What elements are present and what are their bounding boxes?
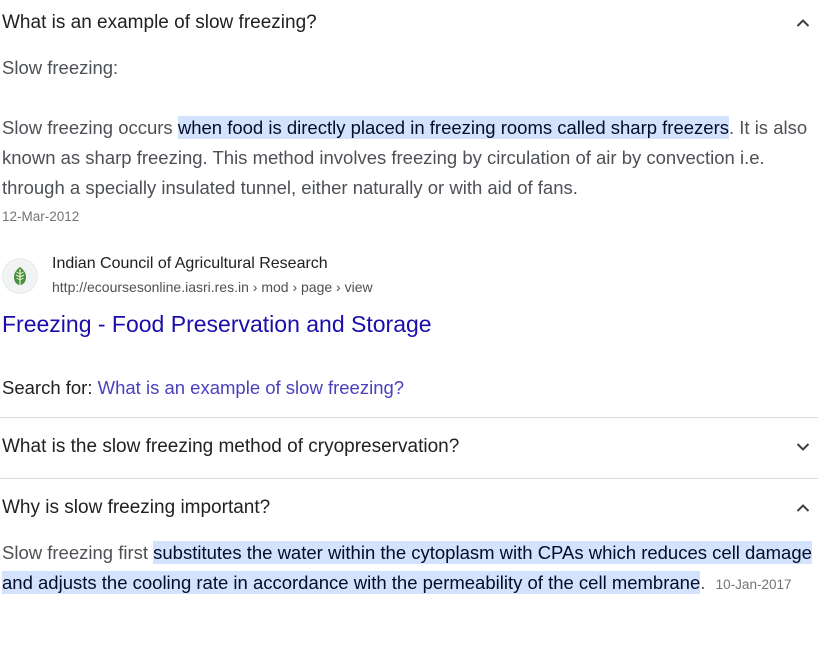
faq-question-text: Why is slow freezing important? [2,497,271,518]
answer-text: . [700,572,706,593]
faq-answer-3: Slow freezing first substitutes the wate… [2,538,822,600]
chevron-up-icon[interactable] [794,14,812,32]
faq-question-text: What is an example of slow freezing? [2,12,317,33]
chevron-up-icon[interactable] [794,499,812,517]
site-name: Indian Council of Agricultural Research [52,255,328,272]
faq-question-2[interactable]: What is the slow freezing method of cryo… [0,435,818,459]
chevron-down-icon[interactable] [794,438,812,456]
answer-text: Slow freezing first [2,542,154,563]
faq-question-text: What is the slow freezing method of cryo… [2,436,460,457]
divider [0,417,818,418]
search-for: Search for: What is an example of slow f… [2,376,404,400]
faq-question-3[interactable]: Why is slow freezing important? [0,496,818,520]
search-for-label: Search for: [2,377,98,398]
divider [0,478,818,479]
answer-heading: Slow freezing: [2,57,119,78]
site-url: http://ecoursesonline.iasri.res.in › mod… [52,279,373,295]
faq-question-1[interactable]: What is an example of slow freezing? [0,11,818,35]
source-attribution[interactable]: Indian Council of Agricultural Research … [2,254,373,297]
answer-text: Slow freezing occurs [2,117,178,138]
answer-date: 10-Jan-2017 [715,577,792,592]
answer-date: 12-Mar-2012 [2,209,80,224]
search-for-link[interactable]: What is an example of slow freezing? [98,377,404,398]
faq-answer-1: Slow freezing occurs when food is direct… [2,113,822,203]
answer-highlight: when food is directly placed in freezing… [177,116,729,139]
source-text: Indian Council of Agricultural Research … [52,254,373,297]
icar-logo-icon [2,258,38,294]
result-title-link[interactable]: Freezing - Food Preservation and Storage [2,309,432,339]
